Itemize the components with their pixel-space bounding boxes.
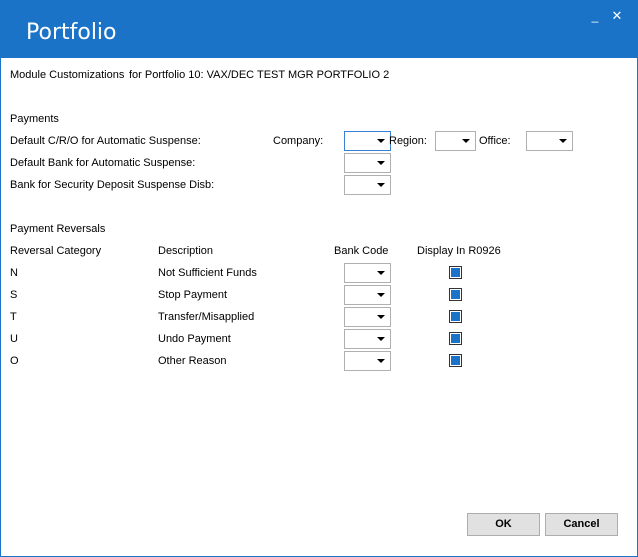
reversal-description: Undo Payment xyxy=(158,333,231,345)
checked-icon xyxy=(451,268,460,277)
security-deposit-label: Bank for Security Deposit Suspense Disb: xyxy=(10,179,215,191)
display-checkbox[interactable] xyxy=(449,266,462,279)
office-select[interactable] xyxy=(526,131,573,151)
reversal-category: O xyxy=(10,355,19,367)
portfolio-label: for Portfolio 10: VAX/DEC TEST MGR PORTF… xyxy=(129,69,390,81)
title-bar: Portfolio _ ✕ xyxy=(1,1,637,58)
reversal-category: U xyxy=(10,333,18,345)
display-checkbox[interactable] xyxy=(449,332,462,345)
chevron-down-icon xyxy=(377,337,385,341)
chevron-down-icon xyxy=(377,161,385,165)
display-checkbox[interactable] xyxy=(449,310,462,323)
company-select[interactable] xyxy=(344,131,391,151)
reversal-bank-code-select[interactable] xyxy=(344,307,391,327)
chevron-down-icon xyxy=(377,315,385,319)
display-checkbox[interactable] xyxy=(449,288,462,301)
region-select[interactable] xyxy=(435,131,476,151)
default-cro-label: Default C/R/O for Automatic Suspense: xyxy=(10,135,201,147)
reversal-category: T xyxy=(10,311,17,323)
reversals-section-title: Payment Reversals xyxy=(10,223,106,235)
col-header-description: Description xyxy=(158,245,214,257)
chevron-down-icon xyxy=(559,139,567,143)
reversal-description: Transfer/Misapplied xyxy=(158,311,255,323)
checked-icon xyxy=(451,312,460,321)
chevron-down-icon xyxy=(377,293,385,297)
reversal-description: Not Sufficient Funds xyxy=(158,267,257,279)
cancel-button[interactable]: Cancel xyxy=(545,513,618,536)
ok-button[interactable]: OK xyxy=(467,513,540,536)
reversal-bank-code-select[interactable] xyxy=(344,329,391,349)
reversal-category: S xyxy=(10,289,18,301)
default-bank-label: Default Bank for Automatic Suspense: xyxy=(10,157,196,169)
chevron-down-icon xyxy=(377,271,385,275)
minimize-icon[interactable]: _ xyxy=(588,9,602,23)
reversal-bank-code-select[interactable] xyxy=(344,285,391,305)
chevron-down-icon xyxy=(462,139,470,143)
close-icon[interactable]: ✕ xyxy=(610,9,624,23)
chevron-down-icon xyxy=(377,359,385,363)
module-label: Module Customizations xyxy=(10,69,125,81)
company-label: Company: xyxy=(273,135,324,147)
checked-icon xyxy=(451,356,460,365)
payments-section-title: Payments xyxy=(10,113,59,125)
display-checkbox[interactable] xyxy=(449,354,462,367)
col-header-bank-code: Bank Code xyxy=(334,245,389,257)
reversal-description: Stop Payment xyxy=(158,289,228,301)
checked-icon xyxy=(451,290,460,299)
office-label: Office: xyxy=(479,135,511,147)
checked-icon xyxy=(451,334,460,343)
reversal-bank-code-select[interactable] xyxy=(344,351,391,371)
default-bank-select[interactable] xyxy=(344,153,391,173)
region-label: Region: xyxy=(389,135,427,147)
reversal-description: Other Reason xyxy=(158,355,227,367)
chevron-down-icon xyxy=(377,183,385,187)
reversal-bank-code-select[interactable] xyxy=(344,263,391,283)
security-deposit-bank-select[interactable] xyxy=(344,175,391,195)
col-header-display: Display In R0926 xyxy=(417,245,501,257)
chevron-down-icon xyxy=(377,139,385,143)
col-header-category: Reversal Category xyxy=(10,245,102,257)
window-title: Portfolio xyxy=(26,20,117,45)
reversal-category: N xyxy=(10,267,18,279)
portfolio-dialog: Portfolio _ ✕ Module Customizations for … xyxy=(0,0,638,557)
